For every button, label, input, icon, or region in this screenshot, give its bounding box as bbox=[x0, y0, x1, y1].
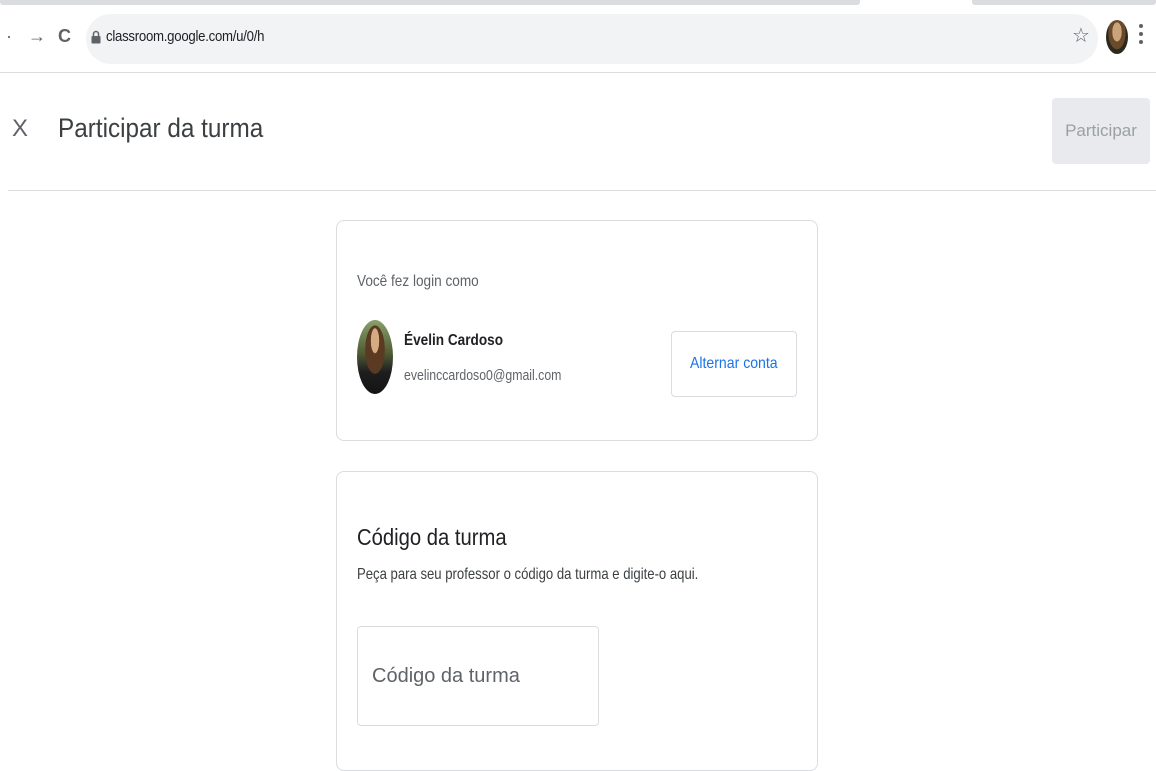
header-divider bbox=[8, 190, 1156, 191]
page-title: Participar da turma bbox=[58, 113, 264, 143]
class-code-title: Código da turma bbox=[357, 524, 507, 550]
more-menu-icon[interactable] bbox=[1138, 24, 1144, 46]
class-code-input[interactable] bbox=[357, 626, 599, 726]
user-avatar bbox=[357, 320, 393, 394]
signed-in-label: Você fez login como bbox=[357, 273, 479, 290]
class-code-hint: Peça para seu professor o código da turm… bbox=[357, 566, 699, 583]
reload-icon[interactable]: C bbox=[58, 26, 71, 46]
switch-account-label: Alternar conta bbox=[690, 355, 778, 372]
user-name: Évelin Cardoso bbox=[404, 332, 504, 349]
back-icon[interactable]: · bbox=[6, 26, 12, 46]
class-code-card: Código da turma Peça para seu professor … bbox=[336, 471, 818, 771]
close-icon[interactable]: X bbox=[12, 117, 28, 141]
profile-avatar[interactable] bbox=[1106, 20, 1128, 54]
app-header: X Participar da turma Participar bbox=[0, 73, 1156, 190]
switch-account-button[interactable]: Alternar conta bbox=[671, 331, 797, 397]
join-button[interactable]: Participar bbox=[1052, 98, 1150, 164]
browser-chrome: · → C classroom.google.com/u/0/h ☆ bbox=[0, 0, 1156, 72]
bookmark-star-icon[interactable]: ☆ bbox=[1072, 26, 1090, 46]
url-text[interactable]: classroom.google.com/u/0/h bbox=[106, 28, 264, 45]
lock-icon bbox=[91, 30, 101, 44]
tab-strip-right bbox=[972, 0, 1156, 5]
tab-strip bbox=[0, 0, 860, 5]
forward-icon[interactable]: → bbox=[28, 26, 46, 46]
account-card: Você fez login como Évelin Cardoso eveli… bbox=[336, 220, 818, 441]
user-email: evelinccardoso0@gmail.com bbox=[404, 367, 562, 384]
